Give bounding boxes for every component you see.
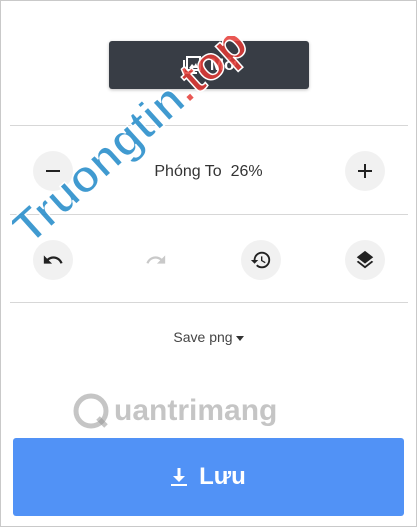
layers-button[interactable] <box>345 240 385 280</box>
undo-icon <box>43 255 63 264</box>
zoom-in-button[interactable] <box>345 151 385 191</box>
history-button[interactable] <box>241 240 281 280</box>
save-button-label: Lưu <box>199 463 246 490</box>
save-button[interactable]: Lưu <box>13 438 404 516</box>
save-format-label: Save png <box>173 329 233 345</box>
download-icon <box>171 468 188 486</box>
open-button[interactable]: Mở <box>109 41 309 89</box>
zoom-value: 26% <box>230 163 263 180</box>
image-icon <box>182 56 201 74</box>
history-icon <box>250 251 271 269</box>
zoom-label: Phóng To <box>154 163 222 180</box>
redo-icon <box>146 255 166 264</box>
save-format-dropdown[interactable]: Save png <box>140 326 277 348</box>
redo-button[interactable] <box>136 240 176 280</box>
zoom-level-display: Phóng To 26% <box>120 160 297 184</box>
layers-icon <box>356 250 374 269</box>
zoom-out-button[interactable] <box>33 151 73 191</box>
caret-down-icon <box>235 335 244 341</box>
divider <box>10 125 408 126</box>
minus-icon <box>46 170 60 172</box>
plus-icon <box>358 164 372 178</box>
divider <box>10 302 408 303</box>
open-button-label: Mở <box>209 55 237 74</box>
undo-button[interactable] <box>33 240 73 280</box>
divider <box>10 214 408 215</box>
